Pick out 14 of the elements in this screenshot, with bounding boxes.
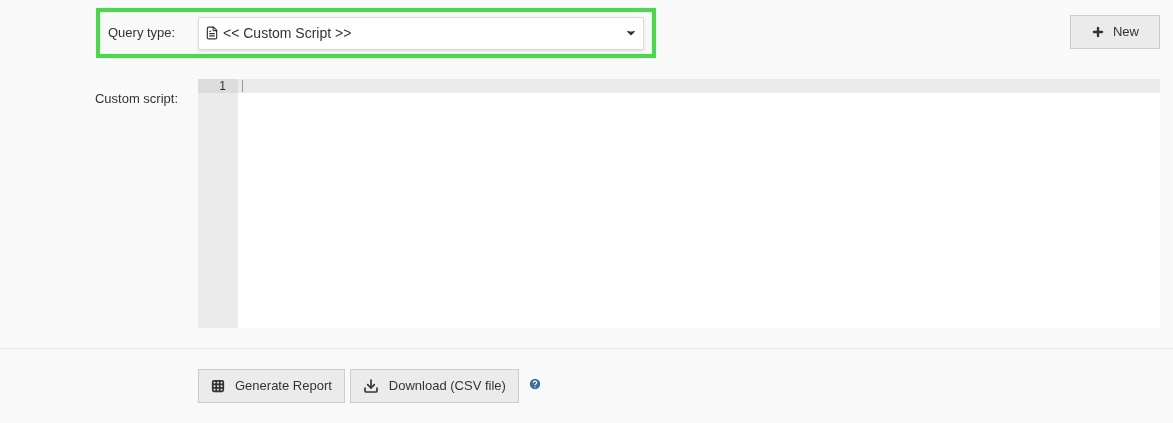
plus-icon xyxy=(1091,25,1105,39)
download-button[interactable]: Download (CSV file) xyxy=(349,369,519,403)
generate-report-button[interactable]: Generate Report xyxy=(198,369,345,403)
custom-script-label: Custom script: xyxy=(94,90,178,108)
new-button[interactable]: New xyxy=(1070,15,1160,49)
code-editor[interactable]: 1 xyxy=(198,79,1160,328)
grid-icon xyxy=(211,379,225,393)
help-icon[interactable] xyxy=(527,377,542,391)
query-type-label: Query type: xyxy=(108,24,177,43)
line-number: 1 xyxy=(198,79,238,93)
text-cursor xyxy=(242,80,243,92)
download-icon xyxy=(362,378,379,394)
query-type-select[interactable]: << Custom Script >> xyxy=(198,16,644,50)
document-icon xyxy=(205,26,219,40)
